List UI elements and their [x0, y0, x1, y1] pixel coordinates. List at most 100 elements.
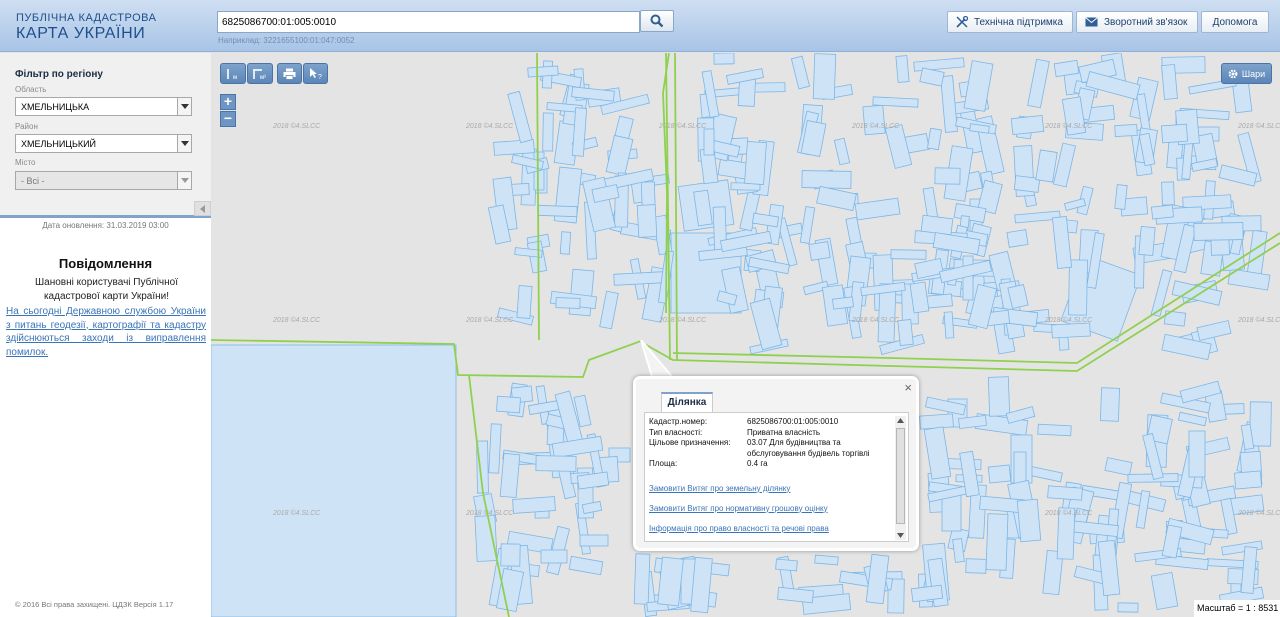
land-parcel — [1233, 470, 1263, 490]
land-parcel — [862, 104, 886, 136]
land-parcel — [965, 558, 987, 574]
chevron-left-icon — [200, 204, 205, 213]
land-parcel — [579, 534, 609, 547]
feedback-button[interactable]: Зворотний зв'язок — [1076, 11, 1198, 33]
oblast-value: ХМЕЛЬНИЦЬКА — [21, 102, 90, 112]
land-parcel — [1249, 401, 1272, 447]
measure-area-button[interactable]: м² — [247, 63, 273, 84]
land-parcel — [657, 556, 684, 607]
land-parcel — [962, 255, 974, 301]
scroll-up-icon[interactable] — [897, 418, 904, 423]
land-parcel — [474, 515, 498, 562]
land-parcel — [559, 231, 572, 255]
land-parcel — [1068, 259, 1088, 316]
land-parcel — [540, 549, 568, 564]
map-watermark: 2018 ©4.SLCC — [465, 509, 514, 517]
land-parcel — [613, 271, 665, 286]
logo[interactable]: ПУБЛІЧНА КАДАСТРОВА КАРТА УКРАЇНИ — [16, 13, 156, 42]
info-key: Цільове призначення: — [649, 438, 731, 447]
map-watermark: 2018 ©4.SLCC — [851, 316, 900, 324]
oblast-select[interactable]: ХМЕЛЬНИЦЬКА — [15, 97, 192, 116]
land-parcel — [943, 311, 955, 339]
land-parcel — [1117, 602, 1139, 613]
info-row: Площа: 0.4 га — [649, 459, 892, 470]
search-button[interactable] — [640, 10, 674, 32]
envelope-icon — [1085, 17, 1098, 27]
land-parcel — [814, 554, 839, 566]
land-parcel — [775, 558, 798, 572]
scroll-thumb[interactable] — [896, 428, 905, 524]
land-parcel — [1100, 387, 1120, 422]
filter-title: Фільтр по регіону — [15, 69, 103, 80]
info-key: Кадастр.номер: — [649, 417, 708, 426]
sidebar: Фільтр по регіону Область ХМЕЛЬНИЦЬКА Ра… — [0, 53, 211, 617]
printer-icon — [283, 68, 296, 80]
ruler-icon: м — [227, 68, 237, 80]
land-parcel — [488, 423, 502, 474]
info-key: Площа: — [649, 459, 678, 468]
order-valuation-link[interactable]: Замовити Витяг про нормативну грошову оц… — [649, 504, 892, 513]
search-icon — [650, 14, 664, 28]
map-watermark: 2018 ©4.SLCC — [272, 122, 321, 130]
ownership-info-link[interactable]: Інформація про право власності та речові… — [649, 524, 892, 533]
land-parcel — [1037, 423, 1072, 437]
cadastral-search-input[interactable] — [217, 11, 640, 33]
rayon-select[interactable]: ХМЕЛЬНИЦЬКИЙ — [15, 134, 192, 153]
logo-line1: ПУБЛІЧНА КАДАСТРОВА — [16, 12, 157, 24]
city-select[interactable]: - Всі - — [15, 171, 192, 190]
oblast-label: Область — [15, 85, 47, 94]
scroll-down-icon[interactable] — [897, 533, 904, 538]
map-view[interactable]: 2018 ©4.SLCC 2018 ©4.SLCC 2018 ©4.SLCC 2018… — [211, 53, 1280, 617]
land-parcel — [713, 53, 735, 65]
tab-parcel[interactable]: Ділянка — [661, 392, 713, 414]
measure-distance-button[interactable]: м — [220, 63, 246, 84]
land-parcel — [1047, 485, 1083, 501]
land-parcel — [1161, 181, 1175, 206]
collapse-sidebar-button[interactable] — [194, 201, 211, 216]
map-watermark: 2018 ©4.SLCC — [465, 122, 514, 130]
land-parcel — [500, 543, 521, 567]
close-icon[interactable]: × — [904, 380, 912, 395]
tools-icon — [956, 16, 968, 28]
land-parcel — [1114, 124, 1138, 137]
region-filter-panel: Фільтр по регіону Область ХМЕЛЬНИЦЬКА Ра… — [0, 53, 211, 218]
land-parcel — [1161, 64, 1178, 100]
land-parcel — [535, 455, 577, 472]
help-button[interactable]: Допомога — [1201, 11, 1269, 33]
map-watermark: 2018 ©4.SLCC — [658, 316, 707, 324]
land-parcel — [934, 167, 961, 185]
tech-support-label: Технічна підтримка — [974, 16, 1063, 28]
map-watermark: 2018 ©4.SLCC — [851, 122, 900, 130]
land-parcel — [496, 395, 521, 414]
land-parcel — [1138, 226, 1156, 256]
notice-title: Повідомлення — [58, 256, 153, 271]
map-watermark: 2018 ©4.SLCC — [1044, 122, 1093, 130]
chevron-down-icon — [177, 98, 191, 115]
land-parcel — [1193, 222, 1244, 241]
info-key: Тип власності: — [649, 427, 703, 437]
map-watermark: 2018 ©4.SLCC — [272, 509, 321, 517]
order-extract-link[interactable]: Замовити Витяг про земельну ділянку — [649, 484, 892, 493]
zoom-in-button[interactable]: + — [220, 94, 236, 110]
map-watermark: 2018 ©4.SLCC — [1237, 316, 1280, 324]
info-value: 6825086700:01:005:0010 — [747, 417, 839, 426]
land-parcel — [493, 139, 535, 156]
identify-button[interactable]: ? — [303, 63, 328, 84]
zoom-out-button[interactable]: − — [220, 111, 236, 127]
svg-text:м²: м² — [260, 75, 266, 80]
tech-support-button[interactable]: Технічна підтримка — [947, 11, 1073, 33]
map-watermark: 2018 ©4.SLCC — [1237, 122, 1280, 130]
gear-icon — [1228, 69, 1238, 78]
land-parcel — [1150, 204, 1175, 220]
land-parcel — [499, 452, 521, 499]
layers-button[interactable]: Шари — [1221, 63, 1272, 84]
land-parcel — [633, 553, 651, 605]
notice-link[interactable]: На сьогодні Державною службою України з … — [6, 305, 206, 359]
map-watermark: 2018 ©4.SLCC — [465, 316, 514, 324]
cursor-question-icon: ? — [309, 68, 322, 80]
land-parcel — [801, 170, 852, 189]
land-parcel — [897, 318, 914, 347]
info-value: 03.07 Для будівництва та обслуговування … — [747, 438, 870, 458]
print-button[interactable] — [277, 63, 302, 84]
popup-scrollbar[interactable] — [895, 416, 906, 540]
